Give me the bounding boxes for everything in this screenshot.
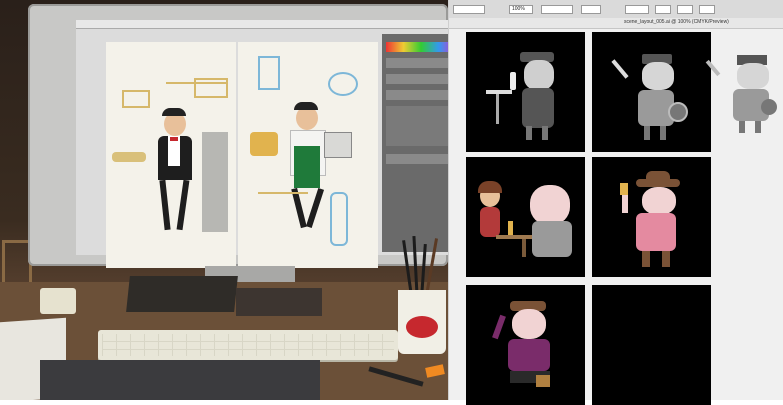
bottle (510, 72, 516, 90)
character-head (512, 309, 546, 339)
boot-left (642, 251, 650, 267)
document-tab-title: scene_layout_005.ai @ 100% (CMYK/Preview… (624, 19, 729, 25)
storyboard-panel-4 (592, 157, 711, 277)
tool-panels (382, 34, 448, 252)
purple-coat (508, 339, 550, 371)
workspace-photo (0, 0, 448, 400)
line-drawing-box (194, 78, 228, 98)
boot-right (662, 251, 670, 267)
line-drawing-gauge (328, 72, 358, 96)
pink-shirt (636, 213, 676, 251)
coca-cola-logo (406, 316, 438, 338)
sketchbook (126, 276, 238, 312)
app-menubar (76, 20, 448, 29)
open-book (324, 132, 352, 158)
woman-hair (478, 181, 502, 193)
toolbar-select-6[interactable] (677, 5, 693, 14)
cowboy-hat-crown (646, 171, 670, 183)
image-composite: 100% scene_layout_005.ai @ 100% (CMYK/Pr… (0, 0, 783, 405)
leg-left (526, 126, 532, 140)
drink-glass (620, 183, 628, 195)
toolbar-select-7[interactable] (699, 5, 715, 14)
line-drawing-sign (122, 90, 150, 108)
leg-right (542, 126, 548, 140)
character-head (524, 60, 554, 90)
film-camera (668, 102, 688, 122)
character-head (642, 62, 674, 90)
document-tab[interactable]: scene_layout_005.ai @ 100% (CMYK/Preview… (449, 18, 783, 29)
trenchcoat (522, 88, 554, 128)
coca-cola-cup (398, 290, 446, 354)
zoom-value: 100% (512, 6, 525, 12)
keyboard (98, 330, 398, 360)
raised-arm (492, 314, 506, 340)
drink-glass (508, 221, 513, 235)
toolbar-select-5[interactable] (655, 5, 671, 14)
man-head (530, 185, 570, 225)
storyboard-panel-2 (592, 32, 711, 152)
tray-beer (112, 152, 146, 162)
storyboard-panel-3 (466, 157, 585, 277)
line-drawing-fixture (258, 56, 280, 90)
storyboard-panel-5 (466, 285, 585, 405)
waving-arm (611, 59, 629, 79)
woman-dress (480, 207, 500, 237)
monitor-screen (76, 20, 448, 268)
man-body (532, 221, 572, 257)
drawing-tablet (40, 360, 320, 400)
storyboard-panel-1 (466, 32, 585, 152)
line-drawing-bottle (330, 192, 348, 246)
toolbar-select-4[interactable] (625, 5, 649, 14)
pencil-cup-pencils (400, 235, 446, 297)
toolbar-select-3[interactable] (581, 5, 601, 14)
briefcase (536, 375, 550, 387)
pasteboard-character (705, 55, 781, 135)
artwork-left-page (106, 42, 236, 268)
leg-left (644, 126, 650, 140)
beer-mugs (250, 132, 278, 156)
artwork-right-page (238, 42, 378, 268)
storyboard-screenshot: 100% scene_layout_005.ai @ 100% (CMYK/Pr… (448, 0, 783, 405)
line-drawing-pipe-2 (258, 192, 308, 194)
computer-monitor (28, 4, 448, 268)
leg-right (660, 126, 666, 140)
toolbar-select-2[interactable] (541, 5, 573, 14)
storyboard-panel-6-empty (592, 285, 711, 405)
app-toolbar: 100% (449, 0, 783, 19)
table-leg (522, 239, 526, 257)
character-head (642, 187, 676, 215)
toolbar-select-1[interactable] (453, 5, 485, 14)
coffee-machine (202, 132, 228, 232)
small-box (40, 288, 76, 314)
bar-stool (496, 94, 499, 124)
raised-arm (622, 193, 628, 213)
bar-counter (486, 90, 512, 94)
book (236, 288, 322, 316)
toolbar-zoom-select[interactable]: 100% (509, 5, 533, 14)
